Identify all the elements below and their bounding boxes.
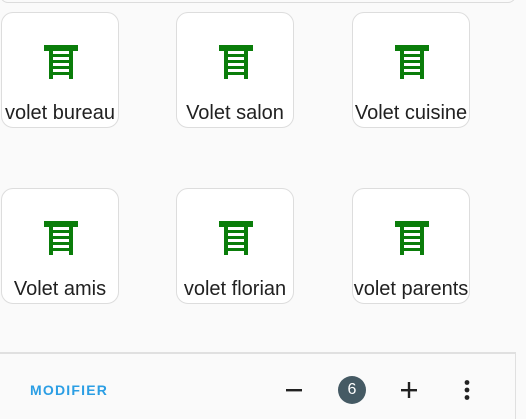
garage-shutter-icon (219, 45, 253, 79)
minus-icon[interactable] (280, 376, 308, 404)
tile-label: volet bureau (4, 102, 116, 124)
tile-label: Volet salon (186, 102, 284, 124)
card-actions-bar: MODIFIER 6 (0, 352, 516, 419)
garage-shutter-icon (395, 45, 429, 79)
column-count-badge: 6 (338, 376, 366, 404)
more-vertical-icon[interactable] (453, 376, 481, 404)
plus-icon[interactable] (395, 376, 423, 404)
dashboard-page: volet bureau Volet salon Volet cuisine V… (0, 0, 526, 419)
tile-label: volet florian (183, 278, 287, 300)
tile-volet-parents[interactable]: volet parents (352, 188, 470, 304)
garage-shutter-icon (219, 221, 253, 255)
garage-shutter-icon (395, 221, 429, 255)
tile-volet-salon[interactable]: Volet salon (176, 12, 294, 128)
tile-volet-cuisine[interactable]: Volet cuisine (352, 12, 470, 128)
card-edge (0, 0, 516, 3)
tile-label: volet parents (353, 278, 469, 300)
tile-volet-florian[interactable]: volet florian (176, 188, 294, 304)
tile-volet-bureau[interactable]: volet bureau (1, 12, 119, 128)
garage-shutter-icon (44, 45, 78, 79)
tile-label: Volet cuisine (354, 102, 468, 124)
tile-volet-amis[interactable]: Volet amis (1, 188, 119, 304)
modifier-button[interactable]: MODIFIER (30, 382, 108, 398)
garage-shutter-icon (44, 221, 78, 255)
tile-label: Volet amis (13, 278, 107, 300)
